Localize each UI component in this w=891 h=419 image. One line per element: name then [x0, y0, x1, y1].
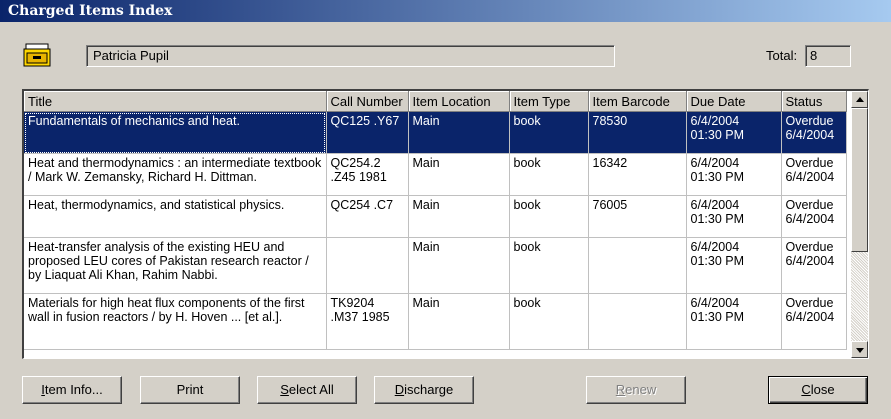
due-date-text: 6/4/2004 [690, 198, 740, 212]
cell-title: Heat, thermodynamics, and statistical ph… [24, 195, 327, 238]
scroll-down-button[interactable] [851, 341, 868, 358]
cell-type: book [509, 293, 589, 350]
item-info-button[interactable]: Item Info... [22, 376, 122, 404]
total-label: Total: [766, 48, 798, 63]
grid-header-row: Title Call Number Item Location Item Typ… [24, 91, 847, 112]
column-header-item-location[interactable]: Item Location [408, 91, 510, 112]
cell-barcode: 16342 [588, 153, 687, 196]
cell-type: book [509, 111, 589, 154]
cell-status: Overdue 6/4/2004 [781, 153, 847, 196]
due-time-text: 01:30 PM [690, 310, 745, 324]
cell-call-number: TK9204 .M37 1985 [326, 293, 409, 350]
status-text: Overdue [785, 296, 834, 310]
item-info-label: tem Info... [44, 382, 103, 397]
print-label: Print [176, 382, 204, 397]
cell-barcode: 78530 [588, 111, 687, 154]
close-button[interactable]: Close [768, 376, 868, 404]
close-label: lose [810, 382, 835, 397]
cell-call-number: QC254 .C7 [326, 195, 409, 238]
status-date-text: 6/4/2004 [785, 212, 835, 226]
cell-due-date: 6/4/2004 01:30 PM [686, 293, 782, 350]
charged-items-grid[interactable]: Title Call Number Item Location Item Typ… [22, 89, 869, 359]
table-row[interactable]: Fundamentals of mechanics and heat. QC12… [24, 111, 847, 154]
print-button[interactable]: Print [140, 376, 240, 404]
cell-due-date: 6/4/2004 01:30 PM [686, 195, 782, 238]
discharge-label: ischarge [404, 382, 454, 397]
due-date-text: 6/4/2004 [690, 296, 740, 310]
close-accel: C [801, 382, 811, 397]
cell-type: book [509, 153, 589, 196]
renew-label: enew [625, 382, 657, 397]
cell-title: Heat-transfer analysis of the existing H… [24, 237, 327, 294]
due-date-text: 6/4/2004 [690, 156, 740, 170]
cell-call-number: QC125 .Y67 [326, 111, 409, 154]
status-text: Overdue [785, 198, 834, 212]
select-all-label: elect All [288, 382, 334, 397]
cell-status: Overdue 6/4/2004 [781, 195, 847, 238]
cell-barcode [588, 237, 687, 294]
status-date-text: 6/4/2004 [785, 128, 835, 142]
cell-barcode [588, 293, 687, 350]
total-count-field: 8 [805, 45, 851, 67]
discharge-button[interactable]: Discharge [374, 376, 474, 404]
window-title: Charged Items Index [0, 0, 891, 22]
cell-location: Main [408, 293, 510, 350]
column-header-item-barcode[interactable]: Item Barcode [588, 91, 687, 112]
table-row[interactable]: Heat-transfer analysis of the existing H… [24, 237, 847, 294]
patron-name-field: Patricia Pupil [86, 45, 615, 67]
cell-type: book [509, 195, 589, 238]
cell-location: Main [408, 111, 510, 154]
column-header-status[interactable]: Status [781, 91, 847, 112]
column-header-due-date[interactable]: Due Date [686, 91, 782, 112]
cell-due-date: 6/4/2004 01:30 PM [686, 153, 782, 196]
status-text: Overdue [785, 240, 834, 254]
status-text: Overdue [785, 114, 834, 128]
due-time-text: 01:30 PM [690, 170, 745, 184]
cell-due-date: 6/4/2004 01:30 PM [686, 111, 782, 154]
status-date-text: 6/4/2004 [785, 254, 835, 268]
cell-call-number [326, 237, 409, 294]
cell-status: Overdue 6/4/2004 [781, 237, 847, 294]
arrow-down-icon [856, 348, 864, 353]
due-date-text: 6/4/2004 [690, 114, 740, 128]
cell-location: Main [408, 153, 510, 196]
cell-barcode: 76005 [588, 195, 687, 238]
table-row[interactable]: Heat, thermodynamics, and statistical ph… [24, 195, 847, 238]
select-all-accel: S [280, 382, 289, 397]
select-all-button[interactable]: Select All [257, 376, 357, 404]
cell-status: Overdue 6/4/2004 [781, 111, 847, 154]
cell-call-number: QC254.2 .Z45 1981 [326, 153, 409, 196]
table-row[interactable]: Heat and thermodynamics : an intermediat… [24, 153, 847, 196]
cell-location: Main [408, 195, 510, 238]
table-row[interactable]: Materials for high heat flux components … [24, 293, 847, 350]
due-date-text: 6/4/2004 [690, 240, 740, 254]
cell-type: book [509, 237, 589, 294]
cell-title: Fundamentals of mechanics and heat. [24, 111, 327, 154]
scroll-thumb[interactable] [851, 108, 868, 252]
scroll-up-button[interactable] [851, 91, 868, 108]
column-header-item-type[interactable]: Item Type [509, 91, 589, 112]
arrow-up-icon [856, 97, 864, 102]
cell-title: Materials for high heat flux components … [24, 293, 327, 350]
vertical-scrollbar[interactable] [851, 91, 868, 358]
due-time-text: 01:30 PM [690, 212, 745, 226]
status-date-text: 6/4/2004 [785, 170, 835, 184]
due-time-text: 01:30 PM [690, 254, 745, 268]
cell-due-date: 6/4/2004 01:30 PM [686, 237, 782, 294]
renew-accel: R [615, 382, 626, 397]
file-drawer-icon [23, 43, 51, 67]
due-time-text: 01:30 PM [690, 128, 745, 142]
renew-button[interactable]: Renew [586, 376, 686, 404]
status-text: Overdue [785, 156, 834, 170]
cell-location: Main [408, 237, 510, 294]
cell-status: Overdue 6/4/2004 [781, 293, 847, 350]
status-date-text: 6/4/2004 [785, 310, 835, 324]
cell-title: Heat and thermodynamics : an intermediat… [24, 153, 327, 196]
column-header-call-number[interactable]: Call Number [326, 91, 409, 112]
column-header-title[interactable]: Title [24, 91, 327, 112]
discharge-accel: D [394, 382, 405, 397]
